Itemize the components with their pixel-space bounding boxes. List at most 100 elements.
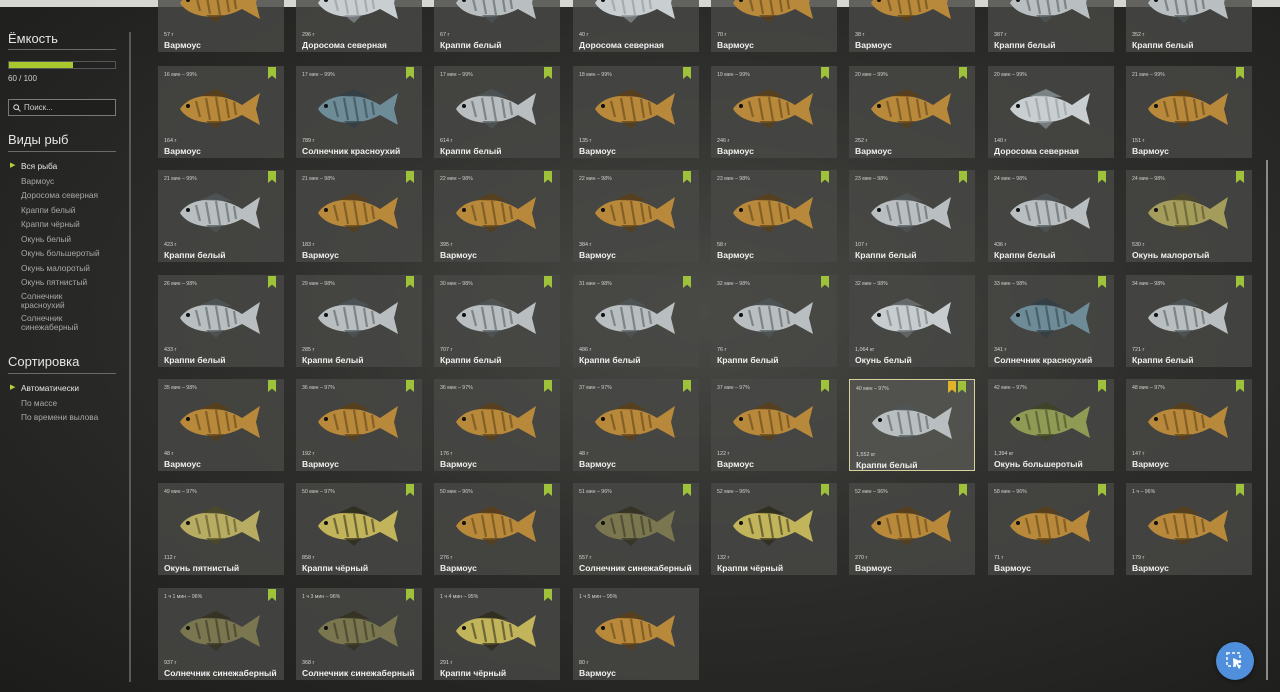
species-filter-item[interactable]: Краппи белый [10, 203, 101, 218]
fish-card[interactable]: 34 мин – 98% 721 г Краппи белый [1126, 275, 1252, 367]
fish-card[interactable]: 38 г Вармоус [849, 0, 975, 52]
grid-scrollbar[interactable] [1266, 160, 1268, 680]
fish-weight: 70 г [717, 32, 727, 38]
fish-card[interactable]: 296 г Доросома северная [296, 0, 422, 52]
catch-time-quality: 23 мин – 98% [855, 176, 888, 182]
species-title: Виды рыб [8, 132, 69, 147]
fish-card[interactable]: 24 мин – 98% 436 г Краппи белый [988, 170, 1114, 262]
fish-card[interactable]: 49 мин – 97% 112 г Окунь пятнистый [158, 483, 284, 575]
species-filter-item[interactable]: ▶ Вся рыба [10, 159, 101, 174]
fish-card[interactable]: 35 мин – 98% 48 г Вармоус [158, 379, 284, 471]
fish-card[interactable]: 70 г Вармоус [711, 0, 837, 52]
fish-name: Краппи белый [164, 355, 226, 365]
fish-image [595, 402, 675, 442]
bookmark-icon [821, 380, 829, 392]
fish-weight: 1,552 кг [856, 452, 876, 458]
species-filter-item[interactable]: Окунь белый [10, 232, 101, 247]
fish-card[interactable]: 31 мин – 98% 486 г Краппи белый [573, 275, 699, 367]
sort-option-item[interactable]: По массе [10, 396, 98, 411]
fish-card[interactable]: 1 ч 3 мин – 96% 368 г Солнечник синежаберн… [296, 588, 422, 680]
fish-card[interactable]: 24 мин – 98% 530 г Окунь малоротый [1126, 170, 1252, 262]
fish-card[interactable]: 50 мин – 97% 858 г Краппи чёрный [296, 483, 422, 575]
species-filter-item[interactable]: Доросома северная [10, 188, 101, 203]
fish-card[interactable]: 36 мин – 97% 192 г Вармоус [296, 379, 422, 471]
fish-card[interactable]: 52 мин – 96% 132 г Краппи чёрный [711, 483, 837, 575]
fish-card[interactable]: 57 г Вармоус [158, 0, 284, 52]
fish-card[interactable]: 20 мин – 99% 140 г Доросома северная [988, 66, 1114, 158]
species-filter-item[interactable]: Вармоус [10, 174, 101, 189]
fish-image [871, 0, 951, 23]
fish-card[interactable]: 50 мин – 96% 276 г Вармоус [434, 483, 560, 575]
fish-name: Краппи белый [164, 250, 226, 260]
sort-option-item[interactable]: По времени вылова [10, 410, 98, 425]
help-button[interactable] [1216, 642, 1254, 680]
fish-card[interactable]: 22 мин – 98% 395 г Вармоус [434, 170, 560, 262]
fish-card[interactable]: 29 мин – 98% 285 г Краппи белый [296, 275, 422, 367]
sort-option-item[interactable]: ▶ Автоматически [10, 381, 98, 396]
species-filter-item[interactable]: Окунь малоротый [10, 261, 101, 276]
species-filter-item[interactable]: Солнечник красноухий [10, 290, 101, 312]
fish-name: Окунь белый [855, 355, 912, 365]
fish-card[interactable]: 32 мин – 98% 1,064 кг Окунь белый [849, 275, 975, 367]
species-filter-item-label: Окунь большеротый [21, 248, 100, 258]
fish-card[interactable]: 26 мин – 98% 433 г Краппи белый [158, 275, 284, 367]
fish-card[interactable]: 16 мин – 99% 164 г Вармоус [158, 66, 284, 158]
fish-card[interactable]: 32 мин – 98% 76 г Краппи белый [711, 275, 837, 367]
fish-card[interactable]: 21 мин – 99% 151 г Вармоус [1126, 66, 1252, 158]
fish-card[interactable]: 1 ч 4 мин – 95% 291 г Краппи чёрный [434, 588, 560, 680]
fish-card[interactable]: 58 мин – 96% 71 г Вармоус [988, 483, 1114, 575]
fish-card[interactable]: 17 мин – 99% 614 г Краппи белый [434, 66, 560, 158]
fish-card[interactable]: 48 мин – 97% 147 г Вармоус [1126, 379, 1252, 471]
species-filter-item[interactable]: Солнечник синежаберный [10, 312, 101, 334]
fish-image [318, 89, 398, 129]
fish-card[interactable]: 51 мин – 96% 557 г Солнечник синежаберный [573, 483, 699, 575]
fish-card[interactable]: 23 мин – 98% 58 г Вармоус [711, 170, 837, 262]
fish-card[interactable]: 21 мин – 98% 183 г Вармоус [296, 170, 422, 262]
fish-card[interactable]: 21 мин – 99% 423 г Краппи белый [158, 170, 284, 262]
fish-card[interactable]: 37 мин – 97% 122 г Вармоус [711, 379, 837, 471]
fish-image [456, 298, 536, 338]
fish-card[interactable]: 36 мин – 97% 176 г Вармоус [434, 379, 560, 471]
fish-card[interactable]: 52 мин – 96% 270 г Вармоус [849, 483, 975, 575]
fish-card[interactable]: 42 мин – 97% 1,394 кг Окунь большеротый [988, 379, 1114, 471]
sort-divider [8, 373, 116, 374]
sort-option-item-label: Автоматически [21, 383, 80, 393]
fish-card[interactable]: 33 мин – 98% 341 г Солнечник красноухий [988, 275, 1114, 367]
fish-card[interactable]: 387 г Краппи белый [988, 0, 1114, 52]
fish-card[interactable]: 1 ч 1 мин – 96% 937 г Солнечник синежаберн… [158, 588, 284, 680]
catch-time-quality: 30 мин – 98% [440, 281, 473, 287]
fish-card[interactable]: 20 мин – 99% 252 г Вармоус [849, 66, 975, 158]
marker-spacer [10, 312, 21, 334]
catch-time-quality: 52 мин – 96% [717, 489, 750, 495]
fish-card[interactable]: 40 мин – 97% 1,552 кг Краппи белый [849, 379, 975, 471]
fish-card[interactable]: 23 мин – 98% 107 г Краппи белый [849, 170, 975, 262]
fish-image [871, 89, 951, 129]
fish-card[interactable]: 17 мин – 99% 789 г Солнечник красноухий [296, 66, 422, 158]
fish-name: Краппи чёрный [302, 563, 369, 573]
bookmark-icon [821, 484, 829, 496]
species-filter-item[interactable]: Краппи чёрный [10, 217, 101, 232]
fish-image [595, 0, 675, 23]
species-filter-item[interactable]: Окунь пятнистый [10, 275, 101, 290]
catch-time-quality: 1 ч 1 мин – 96% [164, 594, 203, 600]
search-box[interactable] [8, 99, 116, 116]
search-input[interactable] [24, 103, 112, 112]
fish-weight: 614 г [440, 138, 453, 144]
fish-card[interactable]: 1 ч – 96% 179 г Вармоус [1126, 483, 1252, 575]
fish-card[interactable]: 22 мин – 98% 384 г Вармоус [573, 170, 699, 262]
fish-card[interactable]: 40 г Доросома северная [573, 0, 699, 52]
fish-card[interactable]: 1 ч 5 мин – 95% 80 г Вармоус [573, 588, 699, 680]
catch-time-quality: 36 мин – 97% [440, 385, 473, 391]
catch-time-quality: 20 мин – 99% [855, 72, 888, 78]
fish-card[interactable]: 37 мин – 97% 48 г Вармоус [573, 379, 699, 471]
fish-card[interactable]: 352 г Краппи белый [1126, 0, 1252, 52]
fish-card[interactable]: 67 г Краппи белый [434, 0, 560, 52]
fish-card[interactable]: 19 мин – 99% 246 г Вармоус [711, 66, 837, 158]
marker-spacer [10, 290, 21, 312]
species-filter-item[interactable]: Окунь большеротый [10, 246, 101, 261]
bookmark-icon [1098, 171, 1106, 183]
catch-time-quality: 31 мин – 98% [579, 281, 612, 287]
fish-card[interactable]: 30 мин – 98% 707 г Краппи белый [434, 275, 560, 367]
fish-card[interactable]: 18 мин – 99% 135 г Вармоус [573, 66, 699, 158]
fish-weight: 789 г [302, 138, 315, 144]
